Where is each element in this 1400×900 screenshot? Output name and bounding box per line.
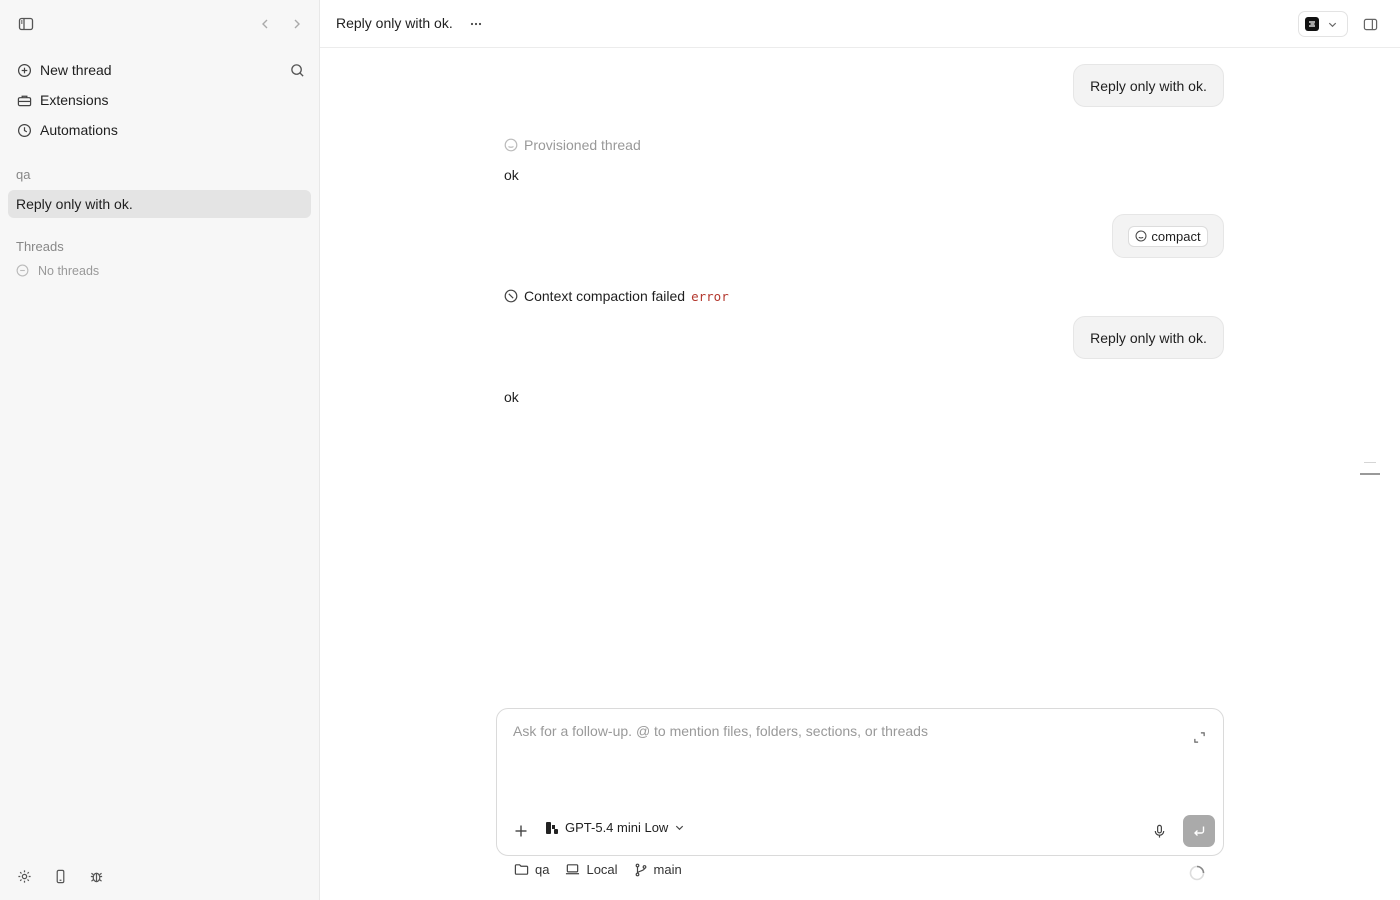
main-panel: Reply only with ok. Reply only with ok. … bbox=[320, 0, 1400, 900]
chevron-down-icon bbox=[1327, 19, 1338, 30]
environment-selector[interactable]: Local bbox=[565, 862, 618, 877]
add-attachment-icon[interactable] bbox=[509, 819, 533, 843]
threads-section-label: Threads bbox=[16, 239, 64, 254]
git-branch-icon bbox=[634, 863, 648, 877]
composer-footer: qa Local main bbox=[514, 862, 682, 877]
loading-spinner-icon bbox=[1188, 864, 1206, 882]
branch-selector[interactable]: main bbox=[634, 862, 682, 877]
gear-icon[interactable] bbox=[12, 864, 36, 888]
app-switcher-button[interactable] bbox=[1298, 11, 1348, 37]
provisioned-thread-note: Provisioned thread bbox=[504, 137, 641, 153]
user-message-2: Reply only with ok. bbox=[1073, 316, 1224, 359]
folder-icon bbox=[514, 862, 529, 877]
project-label[interactable]: qa bbox=[16, 167, 30, 182]
compaction-error-label: Context compaction failed bbox=[524, 288, 686, 304]
compact-icon bbox=[1135, 230, 1147, 242]
folder-selector[interactable]: qa bbox=[514, 862, 549, 877]
laptop-icon bbox=[565, 862, 580, 877]
error-code: error bbox=[691, 288, 729, 304]
user-command-message: compact bbox=[1112, 214, 1224, 258]
thread-header: Reply only with ok. bbox=[320, 0, 1400, 48]
sidebar-thread-active[interactable]: Reply only with ok. bbox=[8, 190, 311, 218]
provisioned-thread-label: Provisioned thread bbox=[524, 137, 641, 153]
no-threads-label: No threads bbox=[38, 264, 100, 278]
model-label: GPT-5.4 mini Low bbox=[565, 820, 669, 835]
new-thread-button[interactable]: New thread bbox=[8, 56, 311, 84]
sidebar-bottom-bar bbox=[12, 864, 108, 888]
right-panel-toggle-icon[interactable] bbox=[1358, 12, 1382, 36]
automations-nav-item[interactable]: Automations bbox=[8, 116, 311, 144]
plus-circle-icon bbox=[16, 62, 32, 78]
clock-icon bbox=[16, 122, 32, 138]
folder-label: qa bbox=[535, 862, 550, 877]
minimap-mark-active[interactable] bbox=[1360, 473, 1380, 475]
follow-up-input[interactable] bbox=[513, 723, 1173, 783]
model-selector[interactable]: GPT-5.4 mini Low bbox=[545, 820, 685, 835]
model-icon bbox=[545, 821, 559, 835]
extensions-label: Extensions bbox=[40, 92, 109, 108]
send-button[interactable] bbox=[1183, 815, 1215, 847]
compaction-error-row: Context compaction failed error bbox=[504, 288, 729, 304]
environment-label: Local bbox=[586, 862, 618, 877]
branch-label: main bbox=[653, 862, 682, 877]
error-circle-icon bbox=[504, 289, 518, 303]
microphone-icon[interactable] bbox=[1147, 819, 1171, 843]
assistant-message-1: ok bbox=[504, 167, 519, 183]
bug-icon[interactable] bbox=[84, 864, 108, 888]
conversation-minimap[interactable] bbox=[1360, 462, 1380, 485]
back-chevron-icon[interactable] bbox=[253, 12, 277, 36]
app-logo-icon bbox=[1305, 17, 1319, 31]
user-message-1: Reply only with ok. bbox=[1073, 64, 1224, 107]
thread-title: Reply only with ok. bbox=[336, 15, 453, 31]
sidebar: New thread Extensions Automations qa Rep… bbox=[0, 0, 320, 900]
no-threads-row: No threads bbox=[16, 264, 99, 278]
expand-icon[interactable] bbox=[1187, 725, 1211, 749]
toolbox-icon bbox=[16, 92, 32, 108]
search-icon[interactable] bbox=[285, 58, 309, 82]
forward-chevron-icon[interactable] bbox=[285, 12, 309, 36]
minimap-mark[interactable] bbox=[1364, 462, 1376, 463]
composer: GPT-5.4 mini Low bbox=[496, 708, 1224, 856]
compact-chip-label: compact bbox=[1151, 228, 1201, 244]
compact-command-chip[interactable]: compact bbox=[1128, 225, 1208, 247]
sidebar-toggle-icon[interactable] bbox=[14, 12, 38, 36]
automations-label: Automations bbox=[40, 122, 118, 138]
sidebar-topbar bbox=[0, 0, 320, 48]
model-chevron-down-icon bbox=[674, 822, 685, 833]
return-arrow-icon bbox=[1194, 826, 1205, 836]
assistant-message-2: ok bbox=[504, 389, 519, 405]
empty-circle-icon bbox=[16, 264, 30, 278]
more-options-icon[interactable] bbox=[464, 12, 488, 36]
provision-icon bbox=[504, 138, 518, 152]
extensions-nav-item[interactable]: Extensions bbox=[8, 86, 311, 114]
new-thread-label: New thread bbox=[40, 62, 112, 78]
mobile-device-icon[interactable] bbox=[48, 864, 72, 888]
